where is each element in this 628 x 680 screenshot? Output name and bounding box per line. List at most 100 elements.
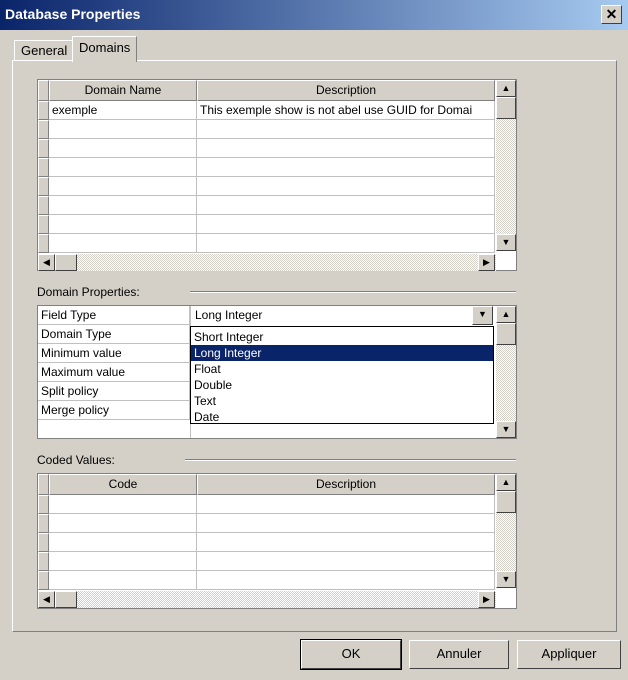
separator-line <box>190 291 516 293</box>
table-cell-code[interactable] <box>49 514 197 533</box>
coded-hscroll-thumb[interactable] <box>55 591 77 608</box>
row-selector[interactable] <box>38 552 49 571</box>
tab-domains[interactable]: Domains <box>72 36 138 62</box>
tab-general[interactable]: General <box>14 40 75 60</box>
table-cell-description[interactable] <box>197 196 495 215</box>
field-type-dropdown-button[interactable]: ▼ <box>472 306 493 325</box>
coded-scroll-up-button[interactable]: ▲ <box>496 474 516 491</box>
ok-button[interactable]: OK <box>300 639 402 670</box>
dropdown-option[interactable]: Long Integer <box>191 345 493 361</box>
table-cell-code[interactable] <box>49 571 197 590</box>
table-cell-domain-name[interactable]: exemple <box>49 101 197 120</box>
property-label: Field Type <box>38 306 190 325</box>
close-icon: ✕ <box>605 6 618 22</box>
table-cell-description[interactable] <box>197 215 495 234</box>
property-label: Maximum value <box>38 363 190 382</box>
table-cell-description[interactable] <box>197 158 495 177</box>
property-label: Domain Type <box>38 325 190 344</box>
field-type-value[interactable]: Long Integer <box>192 306 472 325</box>
table-cell-description[interactable] <box>197 495 495 514</box>
row-selector[interactable] <box>38 533 49 552</box>
table-cell-domain-name[interactable] <box>49 120 197 139</box>
coded-hscroll-track[interactable] <box>38 591 496 608</box>
coded-scroll-thumb[interactable] <box>496 491 516 513</box>
table-cell-domain-name[interactable] <box>49 177 197 196</box>
row-selector[interactable] <box>38 571 49 590</box>
coded-scroll-left-button[interactable]: ◀ <box>38 591 55 608</box>
arrow-up-icon: ▲ <box>501 309 511 319</box>
table-cell-code[interactable] <box>49 552 197 571</box>
domains-scroll-up-button[interactable]: ▲ <box>496 80 516 97</box>
domains-hscroll-thumb[interactable] <box>55 254 77 271</box>
coded-scroll-down-button[interactable]: ▼ <box>496 571 516 588</box>
table-cell-description[interactable] <box>197 120 495 139</box>
column-header-description[interactable]: Description <box>197 80 495 101</box>
property-label: Minimum value <box>38 344 190 363</box>
dropdown-option[interactable]: Float <box>191 361 493 377</box>
dropdown-option[interactable]: Short Integer <box>191 329 493 345</box>
properties-scroll-down-button[interactable]: ▼ <box>496 421 516 438</box>
domains-scroll-right-button[interactable]: ▶ <box>478 254 495 271</box>
arrow-left-icon: ◀ <box>43 594 50 604</box>
table-cell-code[interactable] <box>49 533 197 552</box>
close-button[interactable]: ✕ <box>601 5 622 24</box>
domains-hscroll-track[interactable] <box>38 254 496 271</box>
arrow-up-icon: ▲ <box>501 477 511 487</box>
arrow-down-icon: ▼ <box>501 237 511 247</box>
domain-properties-label: Domain Properties: <box>37 285 140 299</box>
grid-corner <box>38 80 49 101</box>
row-selector[interactable] <box>38 101 49 120</box>
row-selector[interactable] <box>38 495 49 514</box>
column-header-description[interactable]: Description <box>197 474 495 495</box>
cancel-button[interactable]: Annuler <box>409 640 509 669</box>
arrow-down-icon: ▼ <box>501 574 511 584</box>
coded-values-label: Coded Values: <box>37 453 115 467</box>
dropdown-option[interactable]: Double <box>191 377 493 393</box>
property-label: Merge policy <box>38 401 190 420</box>
row-selector[interactable] <box>38 158 49 177</box>
table-cell-domain-name[interactable] <box>49 158 197 177</box>
properties-scroll-up-button[interactable]: ▲ <box>496 306 516 323</box>
row-selector[interactable] <box>38 139 49 158</box>
arrow-left-icon: ◀ <box>43 257 50 267</box>
table-cell-description[interactable]: This exemple show is not abel use GUID f… <box>197 101 495 120</box>
table-cell-description[interactable] <box>197 234 495 253</box>
arrow-down-icon: ▼ <box>501 424 511 434</box>
column-header-domain-name[interactable]: Domain Name <box>49 80 197 101</box>
arrow-right-icon: ▶ <box>483 257 490 267</box>
domains-scroll-down-button[interactable]: ▼ <box>496 234 516 251</box>
domains-scroll-left-button[interactable]: ◀ <box>38 254 55 271</box>
property-label: Split policy <box>38 382 190 401</box>
row-selector[interactable] <box>38 234 49 253</box>
chevron-down-icon: ▼ <box>478 309 487 319</box>
coded-scroll-right-button[interactable]: ▶ <box>478 591 495 608</box>
table-cell-code[interactable] <box>49 495 197 514</box>
table-cell-description[interactable] <box>197 139 495 158</box>
properties-scroll-thumb[interactable] <box>496 323 516 345</box>
window-title: Database Properties <box>5 6 141 22</box>
table-cell-description[interactable] <box>197 514 495 533</box>
table-cell-description[interactable] <box>197 571 495 590</box>
grid-corner <box>38 474 49 495</box>
table-cell-domain-name[interactable] <box>49 215 197 234</box>
domains-scroll-thumb[interactable] <box>496 97 516 119</box>
dropdown-option[interactable]: Date <box>191 409 493 425</box>
table-cell-description[interactable] <box>197 552 495 571</box>
separator-line <box>185 459 516 461</box>
table-cell-domain-name[interactable] <box>49 234 197 253</box>
row-selector[interactable] <box>38 177 49 196</box>
table-cell-description[interactable] <box>197 177 495 196</box>
row-selector[interactable] <box>38 514 49 533</box>
row-selector[interactable] <box>38 196 49 215</box>
arrow-up-icon: ▲ <box>501 83 511 93</box>
table-cell-domain-name[interactable] <box>49 196 197 215</box>
arrow-right-icon: ▶ <box>483 594 490 604</box>
column-header-code[interactable]: Code <box>49 474 197 495</box>
field-type-dropdown-list: Short Integer Long Integer Float Double Text… <box>190 326 494 424</box>
row-selector[interactable] <box>38 120 49 139</box>
table-cell-domain-name[interactable] <box>49 139 197 158</box>
dropdown-option[interactable]: Text <box>191 393 493 409</box>
apply-button[interactable]: Appliquer <box>517 640 621 669</box>
table-cell-description[interactable] <box>197 533 495 552</box>
row-selector[interactable] <box>38 215 49 234</box>
